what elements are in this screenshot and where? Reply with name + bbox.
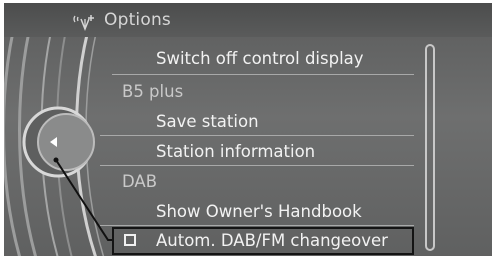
divider [100, 225, 414, 226]
menu-item-label: Autom. DAB/FM changeover [156, 231, 388, 250]
frame-edge [0, 0, 4, 260]
frame-edge [0, 0, 500, 3]
divider [112, 74, 414, 75]
section-label: DAB [122, 172, 158, 191]
radio-settings-icon [73, 15, 94, 32]
page-title: Options [104, 10, 171, 30]
scrollbar[interactable] [425, 44, 435, 251]
control-display: Options Switch off control display B5 pl… [0, 0, 500, 260]
options-header: Options [4, 3, 492, 37]
menu-item-label: Switch off control display [156, 49, 364, 68]
menu-item-label: Station information [156, 142, 316, 161]
controller-left-arrow-icon[interactable] [50, 137, 57, 147]
frame-edge [492, 0, 500, 260]
frame-edge [0, 256, 500, 260]
divider [100, 135, 414, 136]
section-label: B5 plus [122, 82, 184, 101]
divider [100, 165, 414, 166]
changeover-checkbox[interactable] [124, 234, 136, 246]
menu-item-label: Show Owner's Handbook [156, 202, 362, 221]
menu-item-label: Save station [156, 112, 259, 131]
